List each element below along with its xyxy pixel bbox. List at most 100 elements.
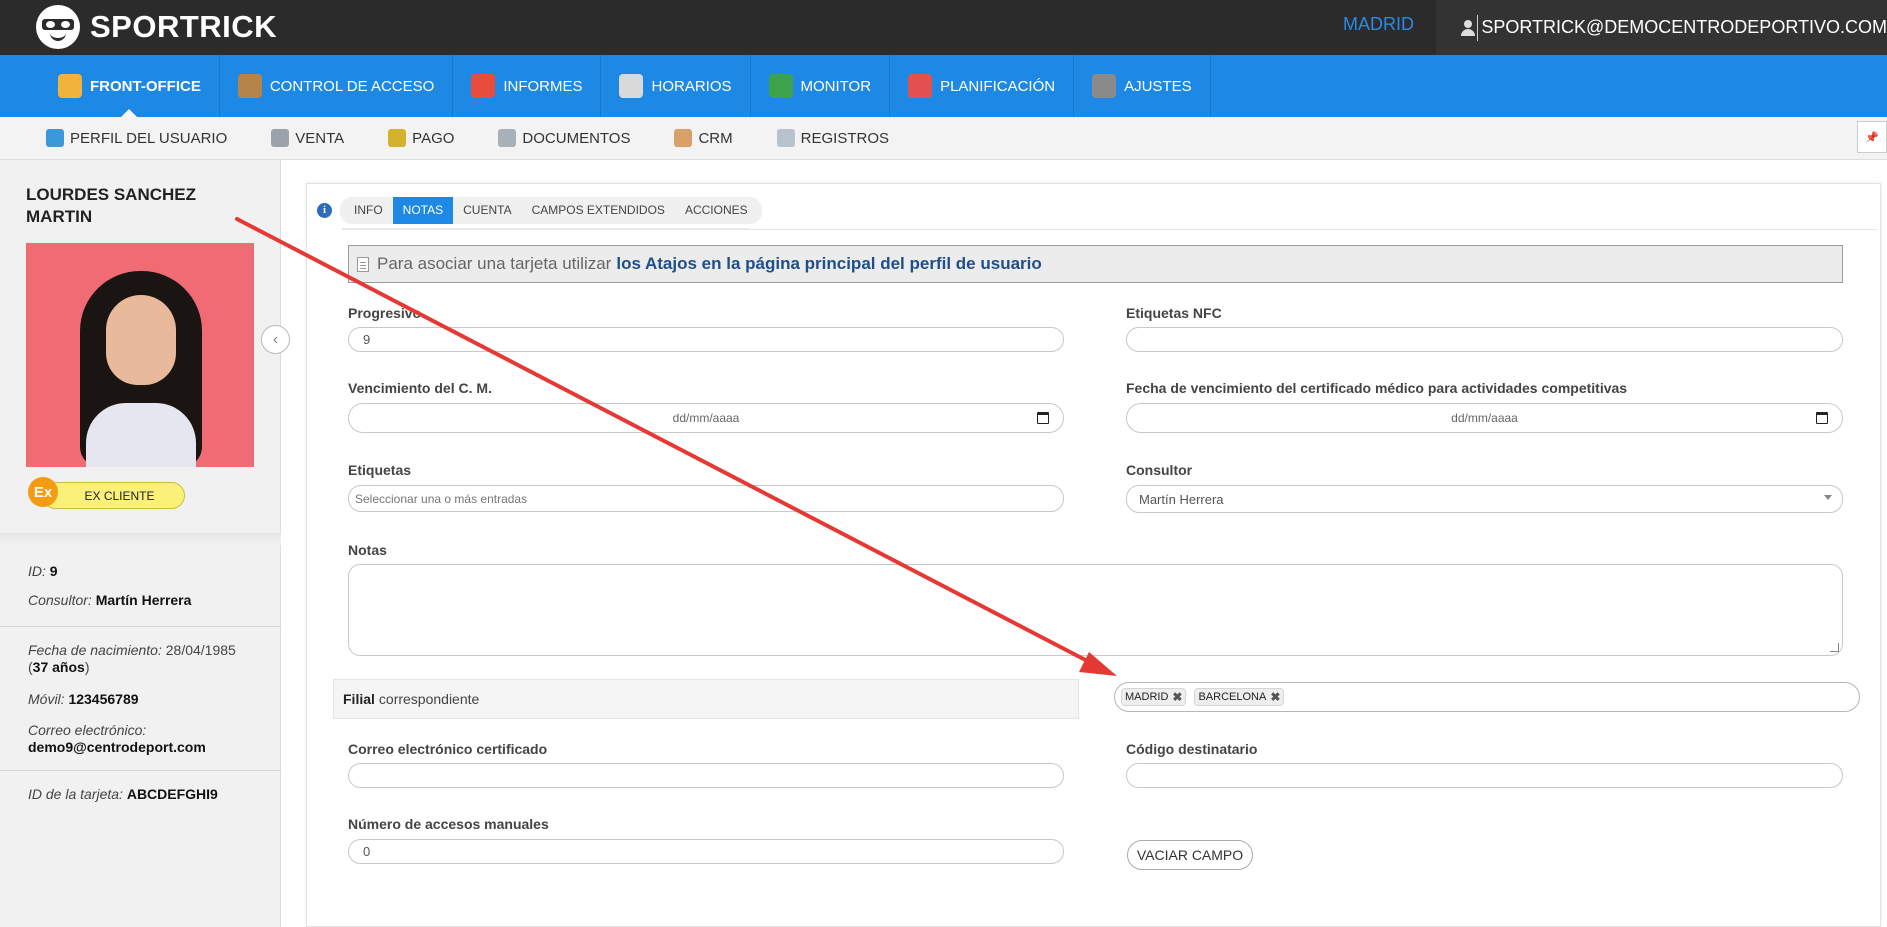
calendar-icon[interactable] [1816, 412, 1828, 424]
sub-navigation: PERFIL DEL USUARIO VENTA PAGO DOCUMENTOS CRM… [0, 117, 1887, 160]
card-association-notice: Para asociar una tarjeta utilizar los At… [348, 245, 1843, 283]
notas-textarea[interactable] [348, 564, 1843, 656]
nav-control-de-acceso[interactable]: CONTROL DE ACCESO [220, 55, 454, 117]
subnav-label: PAGO [412, 129, 455, 147]
notice-link[interactable]: los Atajos en la página principal del pe… [616, 254, 1041, 274]
subnav-label: PERFIL DEL USUARIO [70, 129, 228, 147]
front-office-person-icon [58, 74, 82, 98]
chip-label: MADRID [1125, 691, 1169, 703]
tab-notas[interactable]: NOTAS [392, 196, 454, 224]
subnav-label: CRM [698, 129, 733, 147]
vaciar-campo-button[interactable]: VACIAR CAMPO [1127, 840, 1253, 870]
subnav-label: DOCUMENTOS [522, 129, 631, 147]
accesos-input[interactable]: 0 [348, 839, 1064, 864]
progresivo-label: Progresivo [348, 305, 422, 321]
tab-campos-extendidos[interactable]: CAMPOS EXTENDIDOS [522, 197, 675, 224]
schedule-grid-icon [619, 74, 644, 98]
progresivo-input[interactable]: 9 [348, 327, 1064, 352]
chip-label: BARCELONA [1198, 691, 1267, 703]
tab-strip: INFO NOTAS CUENTA CAMPOS EXTENDIDOS ACCIONES [340, 196, 762, 224]
people-group-icon [768, 74, 793, 98]
nav-label: PLANIFICACIÓN [940, 77, 1056, 95]
remove-chip-icon[interactable]: ✖ [1172, 690, 1182, 704]
cm-competitive-expiry-label: Fecha de vencimiento del certificado méd… [1126, 380, 1628, 396]
coin-icon [388, 129, 407, 147]
filial-label-box: Filial correspondiente [333, 679, 1079, 719]
pec-label: Correo electrónico certificado [348, 741, 548, 757]
main-navigation: FRONT-OFFICE CONTROL DE ACCESO INFORMES HOR… [0, 55, 1887, 118]
user-birthdate: Fecha de nacimiento: 28/04/1985 (37 años) [28, 642, 236, 675]
subnav-registros[interactable]: REGISTROS [776, 129, 889, 147]
sportrick-logo[interactable]: SPORTRICK [36, 2, 277, 52]
nfc-label: Etiquetas NFC [1126, 305, 1222, 321]
nav-informes[interactable]: INFORMES [453, 55, 602, 117]
cm-expiry-date-input[interactable]: dd/mm/aaaa [348, 403, 1064, 433]
etiquetas-select[interactable]: Seleccionar una o más entradas [348, 485, 1064, 512]
ex-client-icon: Ex [28, 477, 58, 507]
nav-label: CONTROL DE ACCESO [269, 77, 435, 95]
gear-icon [1092, 74, 1117, 98]
logo-face-icon [36, 5, 80, 49]
user-email: SPORTRICK@DEMOCENTRODEPORTIVO.COM [1481, 17, 1887, 37]
consultor-select[interactable]: Martín Herrera [1126, 485, 1843, 513]
nav-label: HORARIOS [651, 77, 732, 95]
nav-label: INFORMES [503, 77, 583, 95]
resize-grip-icon[interactable] [1830, 643, 1839, 652]
brand-name: SPORTRICK [90, 9, 278, 44]
user-email: Correo electrónico: demo9@centrodeport.co… [28, 722, 206, 755]
user-detail-card: i INFO NOTAS CUENTA CAMPOS EXTENDIDOS ACCION… [306, 183, 1881, 927]
divider [1476, 14, 1478, 41]
current-city[interactable]: MADRID [1343, 14, 1414, 35]
subnav-label: VENTA [295, 129, 345, 147]
top-bar: SPORTRICK MADRID SPORTRICK@DEMOCENTRODEP… [0, 0, 1887, 55]
nav-front-office[interactable]: FRONT-OFFICE [40, 55, 220, 118]
subnav-venta[interactable]: VENTA [271, 129, 344, 147]
user-photo[interactable] [26, 243, 254, 467]
subnav-documentos[interactable]: DOCUMENTOS [498, 129, 630, 147]
nfc-input[interactable] [1126, 327, 1843, 352]
etiquetas-label: Etiquetas [348, 462, 412, 478]
user-id: ID: 9 [28, 563, 58, 579]
notepad-icon [776, 129, 795, 147]
nav-planificacion[interactable]: PLANIFICACIÓN [890, 55, 1075, 117]
codigo-destinatario-input[interactable] [1126, 763, 1843, 788]
consultor-label: Consultor [1126, 462, 1193, 478]
nav-monitor[interactable]: MONITOR [751, 55, 891, 117]
user-icon [1460, 19, 1475, 36]
nav-ajustes[interactable]: AJUSTES [1074, 55, 1211, 117]
cash-register-icon [271, 129, 290, 147]
user-card-id: ID de la tarjeta: ABCDEFGHI9 [28, 786, 218, 802]
accesos-label: Número de accesos manuales [348, 816, 549, 832]
cm-expiry-label: Vencimiento del C. M. [348, 380, 492, 396]
user-sidebar: LOURDES SANCHEZ MARTIN EX CLIENTE Ex ID:… [0, 160, 281, 927]
calendar-icon[interactable] [1037, 412, 1049, 424]
info-icon[interactable]: i [317, 202, 332, 218]
collapse-sidebar-chevron-icon[interactable]: ‹ [261, 325, 290, 354]
user-consultant: Consultor: Martín Herrera [28, 592, 192, 608]
subnav-perfil-del-usuario[interactable]: PERFIL DEL USUARIO [46, 129, 227, 147]
nav-label: MONITOR [800, 77, 872, 95]
pin-icon[interactable]: 📌 [1857, 121, 1887, 153]
status-pill: EX CLIENTE [42, 482, 185, 509]
chevron-down-icon [1824, 495, 1832, 500]
nav-horarios[interactable]: HORARIOS [601, 55, 751, 117]
subnav-pago[interactable]: PAGO [388, 129, 454, 147]
tab-cuenta[interactable]: CUENTA [453, 197, 521, 224]
subnav-label: REGISTROS [800, 129, 889, 147]
user-full-name: LOURDES SANCHEZ MARTIN [26, 185, 197, 226]
user-profile-icon [46, 129, 64, 147]
pec-input[interactable] [348, 763, 1064, 788]
user-account-menu[interactable]: SPORTRICK@DEMOCENTRODEPORTIVO.COM [1436, 0, 1887, 55]
pie-chart-icon [471, 74, 496, 98]
tab-acciones[interactable]: ACCIONES [675, 197, 758, 224]
tab-bar: i INFO NOTAS CUENTA CAMPOS EXTENDIDOS ACCION… [317, 196, 762, 224]
tab-info[interactable]: INFO [344, 197, 393, 224]
filial-chip: MADRID ✖ [1121, 688, 1187, 706]
notas-label: Notas [348, 542, 387, 558]
nav-label: AJUSTES [1124, 77, 1192, 95]
cm-competitive-date-input[interactable]: dd/mm/aaaa [1126, 403, 1843, 433]
subnav-crm[interactable]: CRM [674, 129, 733, 147]
document-icon [498, 129, 517, 147]
filial-multiselect[interactable]: MADRID ✖ BARCELONA ✖ [1114, 682, 1860, 712]
remove-chip-icon[interactable]: ✖ [1270, 690, 1280, 704]
